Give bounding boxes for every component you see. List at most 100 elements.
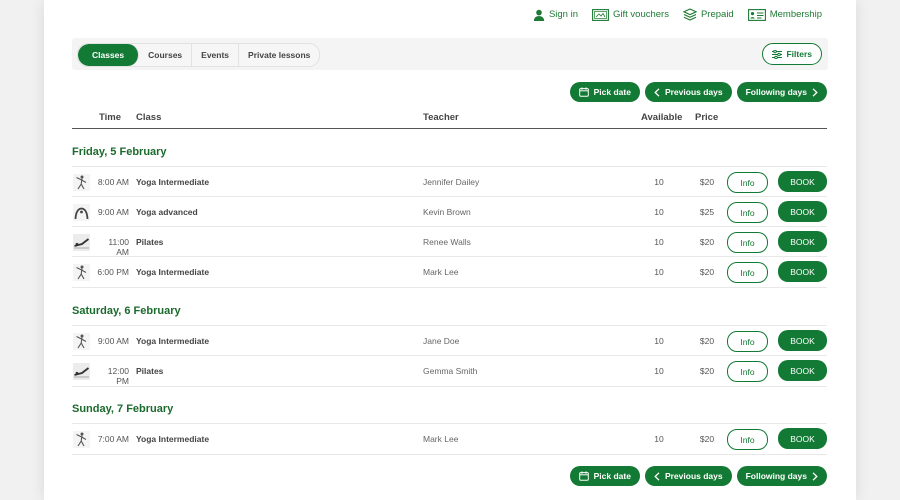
session-class: Pilates: [136, 366, 164, 376]
session-teacher: Mark Lee: [423, 434, 459, 444]
session-available: 10: [654, 366, 664, 376]
session-time: 9:00 AM: [97, 336, 129, 346]
following-days-button-bottom[interactable]: Following days: [736, 466, 827, 486]
previous-days-button[interactable]: Previous days: [644, 82, 732, 102]
table-row: 9:00 AM Yoga Intermediate Jane Doe 10 $20 Inf…: [72, 325, 827, 356]
top-nav: Sign in Gift vouchers Prepaid Membership: [533, 8, 822, 21]
sign-in-link[interactable]: Sign in: [533, 9, 578, 21]
category-bar: Classes Courses Events Private lessons F…: [72, 38, 828, 70]
info-button[interactable]: Info: [727, 331, 768, 352]
info-button[interactable]: Info: [727, 262, 768, 283]
session-price: $20: [699, 267, 715, 277]
calendar-icon: [578, 87, 589, 97]
session-price: $20: [699, 177, 715, 187]
chevron-left-icon: [654, 471, 660, 481]
tab-private-lessons[interactable]: Private lessons: [239, 44, 319, 66]
sliders-icon: [772, 49, 783, 59]
session-price: $20: [699, 434, 715, 444]
book-button[interactable]: BOOK: [778, 330, 827, 351]
date-nav-top: Pick date Previous days Following days: [569, 82, 827, 102]
session-teacher: Jane Doe: [423, 336, 460, 346]
session-time: 7:00 AM: [97, 434, 129, 444]
table-row: 11:00 AM Pilates Renee Walls 10 $20 Info BOOK: [72, 226, 827, 257]
yoga-pose-icon: [73, 333, 90, 350]
yoga-backbend-icon: [73, 204, 90, 221]
column-available: Available: [641, 112, 683, 123]
table-row: 8:00 AM Yoga Intermediate Jennifer Dailey 1…: [72, 166, 827, 197]
membership-link[interactable]: Membership: [747, 8, 822, 21]
table-row: 7:00 AM Yoga Intermediate Mark Lee 10 $20 Inf…: [72, 423, 827, 455]
info-button[interactable]: Info: [727, 429, 768, 450]
membership-label: Membership: [769, 9, 822, 20]
filters-label: Filters: [786, 49, 812, 59]
gift-vouchers-label: Gift vouchers: [613, 9, 669, 20]
book-button[interactable]: BOOK: [778, 261, 827, 282]
following-days-label: Following days: [745, 87, 807, 97]
session-available: 10: [654, 177, 664, 187]
chevron-right-icon: [812, 471, 818, 481]
chevron-right-icon: [812, 87, 818, 97]
pick-date-button[interactable]: Pick date: [569, 82, 640, 102]
pilates-icon: [73, 234, 90, 251]
column-teacher: Teacher: [423, 112, 459, 123]
pick-date-label: Pick date: [593, 87, 631, 97]
info-button[interactable]: Info: [727, 172, 768, 193]
filters-button[interactable]: Filters: [762, 43, 822, 65]
day-heading: Friday, 5 February: [72, 146, 167, 158]
table-row: 6:00 PM Yoga Intermediate Mark Lee 10 $20 Inf…: [72, 256, 827, 288]
session-class: Yoga advanced: [136, 207, 198, 217]
session-teacher: Renee Walls: [423, 237, 471, 247]
info-button[interactable]: Info: [727, 232, 768, 253]
membership-card-icon: [747, 8, 766, 21]
column-price: Price: [695, 112, 719, 123]
book-button[interactable]: BOOK: [778, 171, 827, 192]
user-icon: [533, 9, 545, 21]
pilates-icon: [73, 363, 90, 380]
session-price: $20: [699, 237, 715, 247]
stack-icon: [682, 8, 697, 21]
gift-vouchers-link[interactable]: Gift vouchers: [592, 8, 669, 21]
session-class: Yoga Intermediate: [136, 267, 210, 277]
session-time: 9:00 AM: [97, 207, 129, 217]
pick-date-button-bottom[interactable]: Pick date: [569, 466, 640, 486]
book-button[interactable]: BOOK: [778, 428, 827, 449]
session-available: 10: [654, 267, 664, 277]
session-time: 6:00 PM: [97, 267, 129, 277]
sign-in-label: Sign in: [548, 9, 578, 20]
session-available: 10: [654, 207, 664, 217]
date-nav-bottom: Pick date Previous days Following days: [569, 466, 827, 486]
info-button[interactable]: Info: [727, 202, 768, 223]
tab-classes[interactable]: Classes: [78, 44, 140, 66]
tab-events[interactable]: Events: [192, 44, 240, 66]
session-class: Pilates: [136, 237, 164, 247]
day-heading: Sunday, 7 February: [72, 403, 174, 415]
book-button[interactable]: BOOK: [778, 201, 827, 222]
info-button[interactable]: Info: [727, 361, 768, 382]
previous-days-label: Previous days: [664, 471, 723, 481]
session-teacher: Mark Lee: [423, 267, 459, 277]
category-tabs: Classes Courses Events Private lessons: [77, 43, 321, 67]
table-row: 9:00 AM Yoga advanced Kevin Brown 10 $25 Info…: [72, 196, 827, 227]
prepaid-link[interactable]: Prepaid: [682, 8, 734, 21]
prepaid-label: Prepaid: [700, 9, 734, 20]
session-time: 12:00 PM: [107, 366, 129, 386]
previous-days-button-bottom[interactable]: Previous days: [644, 466, 732, 486]
book-button[interactable]: BOOK: [778, 231, 827, 252]
book-button[interactable]: BOOK: [778, 360, 827, 381]
session-price: $20: [699, 366, 715, 376]
following-days-button[interactable]: Following days: [736, 82, 827, 102]
calendar-icon: [578, 471, 589, 481]
session-available: 10: [654, 434, 664, 444]
previous-days-label: Previous days: [664, 87, 723, 97]
yoga-pose-icon: [73, 431, 90, 448]
tab-courses[interactable]: Courses: [139, 44, 193, 66]
session-class: Yoga Intermediate: [136, 434, 210, 444]
session-time: 8:00 AM: [97, 177, 129, 187]
session-price: $20: [699, 336, 715, 346]
table-row: 12:00 PM Pilates Gemma Smith 10 $20 Info BOOK: [72, 355, 827, 387]
session-available: 10: [654, 237, 664, 247]
column-class: Class: [136, 112, 162, 123]
following-days-label: Following days: [745, 471, 807, 481]
chevron-left-icon: [654, 87, 660, 97]
session-class: Yoga Intermediate: [136, 336, 210, 346]
